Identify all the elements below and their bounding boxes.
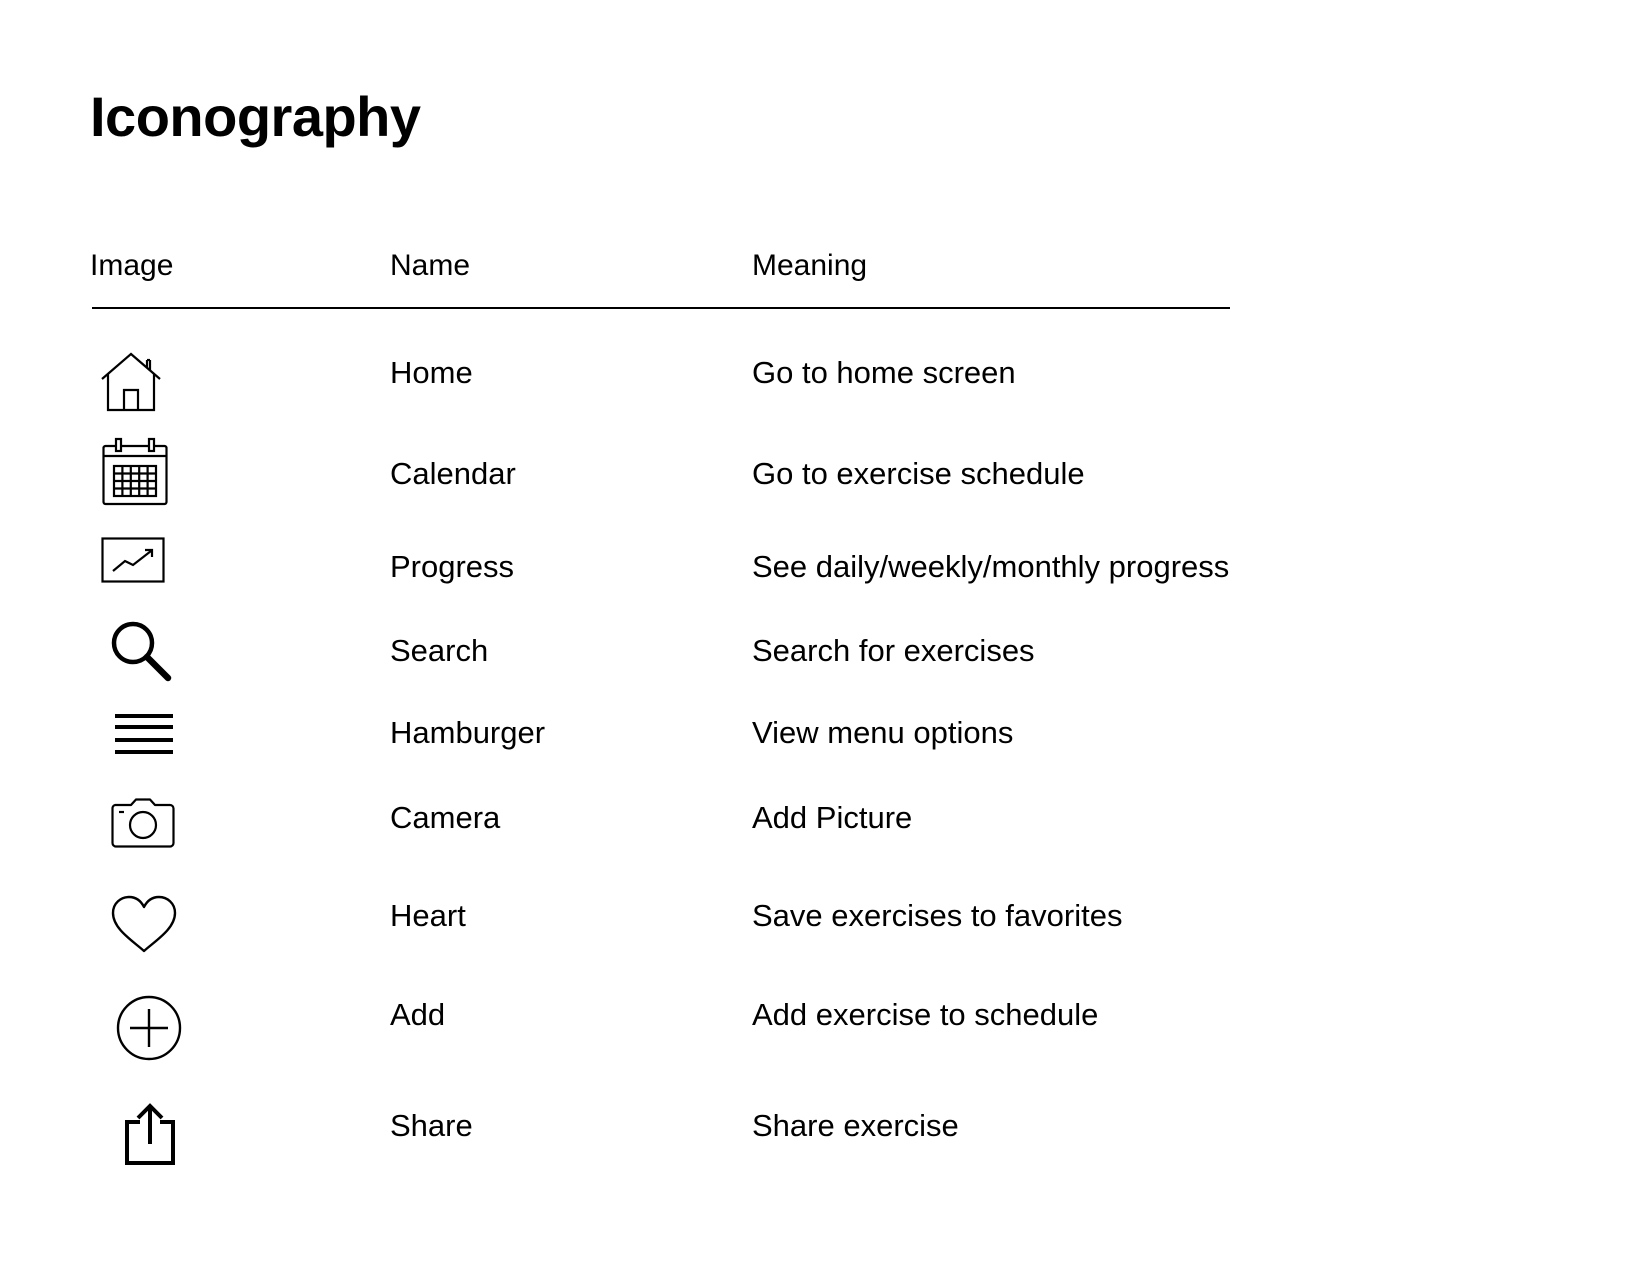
row-name: Home — [390, 355, 473, 390]
row-name: Progress — [390, 549, 515, 584]
row-name: Search — [390, 633, 489, 668]
row-meaning: Search for exercises — [752, 633, 1035, 668]
row-name: Camera — [390, 800, 501, 835]
progress-chart-icon — [101, 537, 165, 583]
row-meaning: View menu options — [752, 715, 1014, 750]
row-meaning: Add Picture — [752, 800, 913, 835]
home-icon — [100, 352, 162, 412]
row-meaning: Go to home screen — [752, 355, 1016, 390]
row-meaning: See daily/weekly/monthly progress — [752, 549, 1230, 584]
row-name: Heart — [390, 898, 466, 933]
hamburger-menu-icon — [115, 712, 173, 756]
header-name: Name — [390, 249, 471, 282]
header-image: Image — [90, 249, 174, 282]
row-name: Add — [390, 997, 446, 1032]
header-divider — [92, 307, 1230, 309]
camera-icon — [111, 798, 175, 848]
header-meaning: Meaning — [752, 249, 868, 282]
calendar-icon — [102, 437, 168, 506]
row-meaning: Share exercise — [752, 1108, 959, 1143]
heart-icon — [111, 895, 177, 953]
row-meaning: Save exercises to favorites — [752, 898, 1123, 933]
search-icon — [110, 620, 172, 682]
row-meaning: Go to exercise schedule — [752, 456, 1085, 491]
add-circle-icon — [116, 995, 182, 1061]
share-icon — [124, 1102, 176, 1166]
row-meaning: Add exercise to schedule — [752, 997, 1099, 1032]
row-name: Share — [390, 1108, 473, 1143]
row-name: Hamburger — [390, 715, 546, 750]
row-name: Calendar — [390, 456, 516, 491]
page-title: Iconography — [90, 85, 421, 148]
